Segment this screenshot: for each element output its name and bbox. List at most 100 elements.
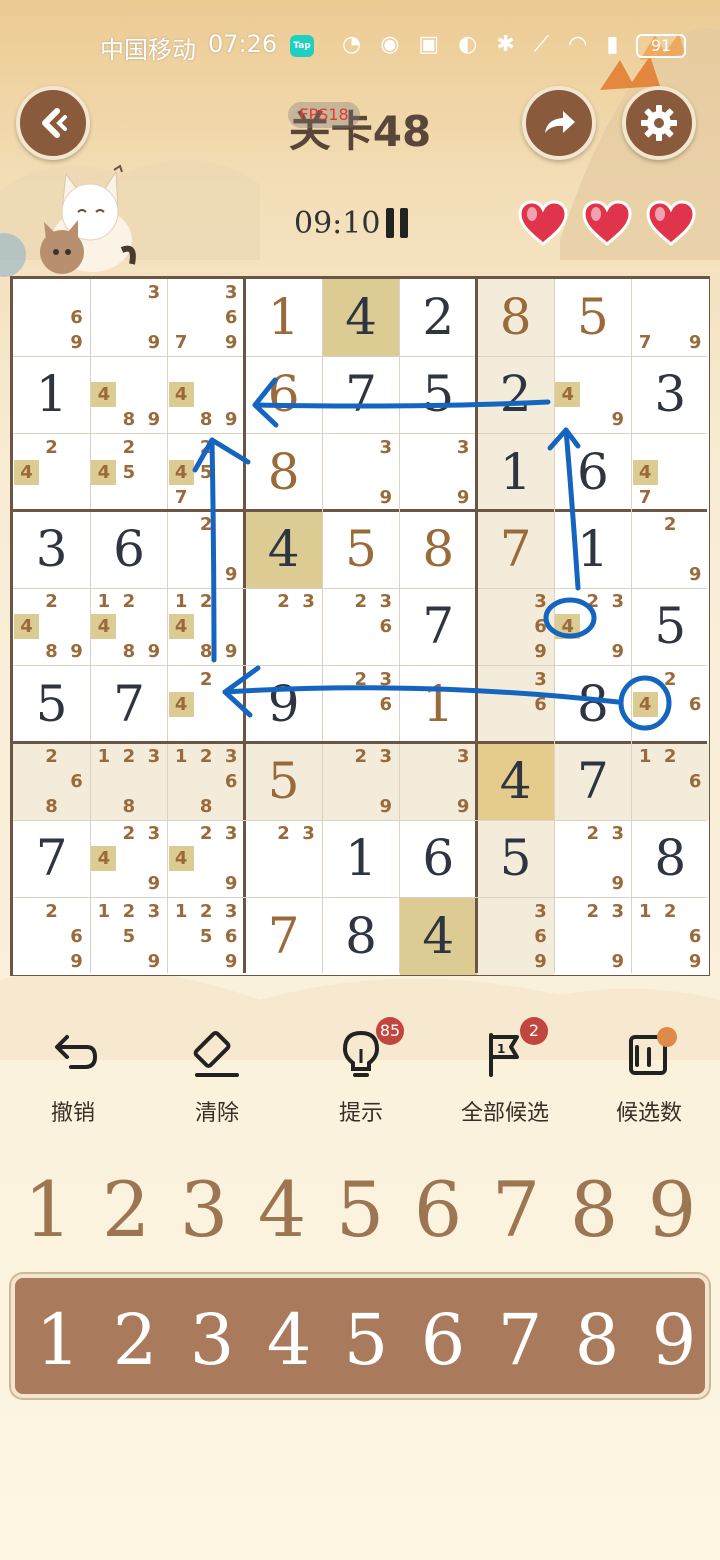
board-cell[interactable]: 3 xyxy=(13,510,91,589)
number-input-9[interactable]: 9 xyxy=(635,1290,713,1390)
board-cell[interactable]: 23 4 9 xyxy=(167,820,245,898)
board-cell[interactable]: 8 xyxy=(631,820,709,898)
board-cell[interactable]: 23 6 xyxy=(322,665,400,743)
number-input-5[interactable]: 5 xyxy=(327,1290,405,1390)
board-cell[interactable]: 6 xyxy=(244,356,323,434)
board-cell[interactable]: 12489 xyxy=(90,588,168,666)
board-cell[interactable]: 3 6 7 9 xyxy=(167,279,245,357)
board-cell[interactable]: 7 xyxy=(244,897,323,975)
share-button[interactable] xyxy=(522,86,596,160)
board-cell[interactable]: 245 xyxy=(90,433,168,511)
number-input-4[interactable]: 4 xyxy=(250,1290,328,1390)
board-cell[interactable]: 1 xyxy=(399,665,477,743)
settings-button[interactable] xyxy=(622,86,696,160)
board-cell[interactable]: 23 6 xyxy=(322,588,400,666)
number-input-8[interactable]: 8 xyxy=(558,1290,636,1390)
number-remaining-5[interactable]: 5 xyxy=(321,1165,399,1255)
board-cell[interactable]: 8 xyxy=(554,665,632,743)
board-cell[interactable]: 2489 xyxy=(13,588,91,666)
board-cell[interactable]: 2457 xyxy=(167,433,245,511)
number-remaining-6[interactable]: 6 xyxy=(399,1165,477,1255)
board-cell[interactable]: 39 xyxy=(399,433,477,511)
board-cell[interactable]: 5 xyxy=(13,665,91,743)
tool-lightbulb-button[interactable]: 85 提示 xyxy=(296,1015,426,1135)
board-cell[interactable]: 7 xyxy=(90,665,168,743)
board-cell[interactable]: 12356 9 xyxy=(167,897,245,975)
number-input-3[interactable]: 3 xyxy=(173,1290,251,1390)
board-cell[interactable]: 29 xyxy=(631,510,709,589)
board-cell[interactable]: 9 xyxy=(244,665,323,743)
tool-flag-button[interactable]: 1 2 全部候选 xyxy=(440,1015,570,1135)
board-cell[interactable]: 47 xyxy=(631,433,709,511)
board-cell[interactable]: 8 xyxy=(399,510,477,589)
board-cell[interactable]: 8 xyxy=(476,279,555,357)
number-input-2[interactable]: 2 xyxy=(96,1290,174,1390)
board-cell[interactable]: 5 xyxy=(244,742,323,821)
pause-button[interactable] xyxy=(386,208,412,238)
board-cell[interactable]: 8 xyxy=(244,433,323,511)
board-cell[interactable]: 7 xyxy=(322,356,400,434)
board-cell[interactable]: 23 9 xyxy=(554,820,632,898)
board-cell[interactable]: 23 4 9 xyxy=(90,820,168,898)
board-cell[interactable]: 7 xyxy=(476,510,555,589)
board-cell[interactable]: 5 xyxy=(399,356,477,434)
number-remaining-2[interactable]: 2 xyxy=(87,1165,165,1255)
number-remaining-4[interactable]: 4 xyxy=(243,1165,321,1255)
board-cell[interactable]: 5 xyxy=(554,279,632,357)
board-cell[interactable]: 23 xyxy=(244,588,323,666)
board-cell[interactable]: 268 xyxy=(13,742,91,821)
board-cell[interactable]: 4 xyxy=(244,510,323,589)
sudoku-board[interactable]: 6939367914285791489489675249324245245783… xyxy=(10,276,710,976)
board-cell[interactable]: 8 xyxy=(322,897,400,975)
board-cell[interactable]: 23 9 xyxy=(554,897,632,975)
board-cell[interactable]: 24 xyxy=(13,433,91,511)
board-cell[interactable]: 3 xyxy=(631,356,709,434)
tool-eraser-button[interactable]: 清除 xyxy=(152,1015,282,1135)
board-cell[interactable]: 49 xyxy=(554,356,632,434)
board-cell[interactable]: 123 68 xyxy=(167,742,245,821)
board-cell[interactable]: 39 xyxy=(399,742,477,821)
board-cell[interactable]: 3 6 9 xyxy=(476,588,555,666)
board-cell[interactable]: 12359 xyxy=(90,897,168,975)
number-input-1[interactable]: 1 xyxy=(19,1290,97,1390)
board-cell[interactable]: 69 xyxy=(13,279,91,357)
number-remaining-3[interactable]: 3 xyxy=(165,1165,243,1255)
back-button[interactable] xyxy=(16,86,90,160)
board-cell[interactable]: 12489 xyxy=(167,588,245,666)
board-cell[interactable]: 7 xyxy=(13,820,91,898)
board-cell[interactable]: 1 xyxy=(244,279,323,357)
board-cell[interactable]: 23 9 xyxy=(322,742,400,821)
board-cell[interactable]: 39 xyxy=(322,433,400,511)
board-cell[interactable]: 126 xyxy=(631,742,709,821)
board-cell[interactable]: 123 8 xyxy=(90,742,168,821)
board-cell[interactable]: 79 xyxy=(631,279,709,357)
board-cell[interactable]: 4 xyxy=(322,279,400,357)
number-remaining-8[interactable]: 8 xyxy=(555,1165,633,1255)
number-remaining-7[interactable]: 7 xyxy=(477,1165,555,1255)
board-cell[interactable]: 2 xyxy=(476,356,555,434)
board-cell[interactable]: 4 xyxy=(476,742,555,821)
board-cell[interactable]: 5 xyxy=(476,820,555,898)
board-cell[interactable]: 126 9 xyxy=(631,897,709,975)
board-cell[interactable]: 5 xyxy=(631,588,709,666)
board-cell[interactable]: 5 xyxy=(322,510,400,589)
board-cell[interactable]: 1 xyxy=(554,510,632,589)
board-cell[interactable]: 23 4 9 xyxy=(554,588,632,666)
board-cell[interactable]: 24 xyxy=(167,665,245,743)
board-cell[interactable]: 39 xyxy=(90,279,168,357)
board-cell[interactable]: 6 xyxy=(90,510,168,589)
number-remaining-9[interactable]: 9 xyxy=(633,1165,711,1255)
board-cell[interactable]: 1 xyxy=(13,356,91,434)
number-input-6[interactable]: 6 xyxy=(404,1290,482,1390)
board-cell[interactable]: 26 9 xyxy=(13,897,91,975)
board-cell[interactable]: 6 xyxy=(554,433,632,511)
board-cell[interactable]: 29 xyxy=(167,510,245,589)
board-cell[interactable]: 489 xyxy=(90,356,168,434)
board-cell[interactable]: 2 xyxy=(399,279,477,357)
board-cell[interactable]: 4 xyxy=(399,897,477,975)
number-remaining-1[interactable]: 1 xyxy=(9,1165,87,1255)
board-cell[interactable]: 7 xyxy=(399,588,477,666)
board-cell[interactable]: 36 xyxy=(476,665,555,743)
board-cell[interactable]: 489 xyxy=(167,356,245,434)
board-cell[interactable]: 24 6 xyxy=(631,665,709,743)
